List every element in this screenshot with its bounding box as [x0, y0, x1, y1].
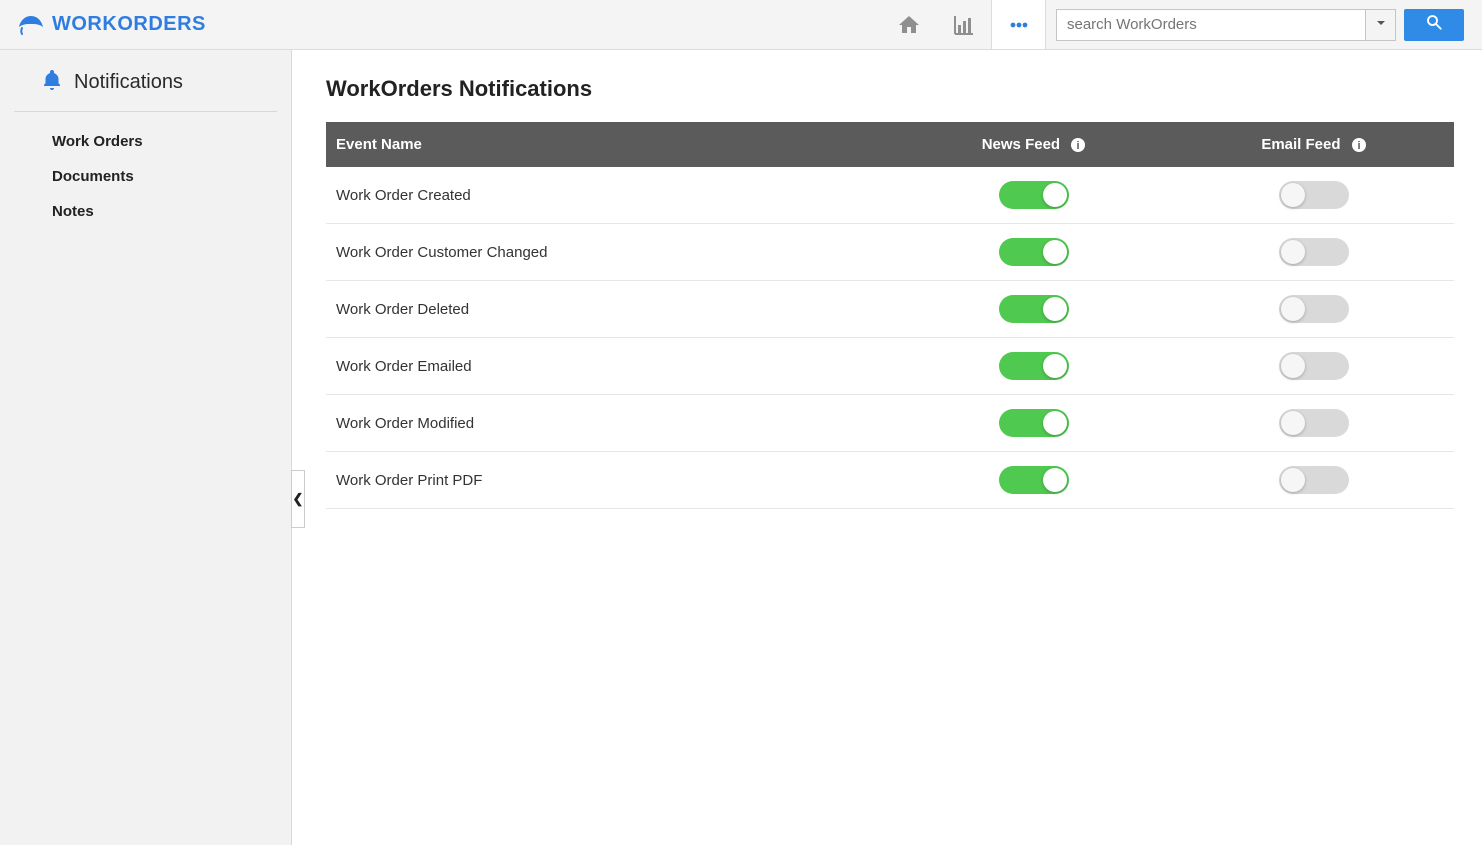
toggle-knob	[1043, 411, 1067, 435]
search-input[interactable]	[1057, 10, 1365, 40]
brand-text: WORKORDERS	[52, 13, 206, 36]
toggle-knob	[1281, 240, 1305, 264]
cell-email	[1174, 395, 1454, 452]
table-row: Work Order Print PDF	[326, 452, 1454, 509]
chevron-down-icon	[1375, 16, 1387, 34]
toggle-knob	[1043, 297, 1067, 321]
cell-event: Work Order Print PDF	[326, 452, 894, 509]
sidebar-item-label: Notes	[52, 203, 94, 220]
top-bar: WORKORDERS	[0, 0, 1482, 50]
notifications-table: Event Name News Feed i Email Feed i	[326, 122, 1454, 509]
sidebar-collapse-button[interactable]: ❮	[291, 470, 305, 528]
cell-news	[894, 338, 1174, 395]
sidebar-header: Notifications	[14, 62, 277, 112]
svg-text:i: i	[1077, 140, 1080, 152]
search-area	[1056, 9, 1464, 41]
toggle-email[interactable]	[1279, 352, 1349, 380]
cell-event: Work Order Customer Changed	[326, 224, 894, 281]
chevron-left-icon: ❮	[293, 491, 304, 507]
home-button[interactable]	[881, 0, 936, 49]
toggle-email[interactable]	[1279, 181, 1349, 209]
cell-email	[1174, 224, 1454, 281]
sidebar-item-label: Work Orders	[52, 133, 143, 150]
col-event-label: Event Name	[336, 136, 422, 153]
cell-event: Work Order Emailed	[326, 338, 894, 395]
col-email-header: Email Feed i	[1174, 122, 1454, 167]
col-email-label: Email Feed	[1261, 136, 1340, 153]
cell-email	[1174, 167, 1454, 224]
cell-news	[894, 281, 1174, 338]
toggle-email[interactable]	[1279, 466, 1349, 494]
svg-text:i: i	[1357, 140, 1360, 152]
toggle-news[interactable]	[999, 466, 1069, 494]
main-content: WorkOrders Notifications Event Name News…	[292, 50, 1482, 845]
chart-button[interactable]	[936, 0, 991, 49]
search-icon	[1425, 13, 1443, 36]
table-row: Work Order Created	[326, 167, 1454, 224]
cell-news	[894, 395, 1174, 452]
sidebar-list: Work Orders Documents Notes	[0, 120, 291, 229]
sidebar-item-documents[interactable]: Documents	[0, 159, 291, 194]
toggle-news[interactable]	[999, 409, 1069, 437]
home-icon	[897, 13, 921, 37]
toggle-knob	[1043, 240, 1067, 264]
cell-news	[894, 224, 1174, 281]
event-name-label: Work Order Emailed	[336, 358, 472, 375]
cell-news	[894, 452, 1174, 509]
col-event-header: Event Name	[326, 122, 894, 167]
toggle-knob	[1281, 354, 1305, 378]
toggle-news[interactable]	[999, 181, 1069, 209]
event-name-label: Work Order Modified	[336, 415, 474, 432]
toggle-knob	[1043, 468, 1067, 492]
toggle-knob	[1043, 183, 1067, 207]
toggle-email[interactable]	[1279, 295, 1349, 323]
event-name-label: Work Order Print PDF	[336, 472, 482, 489]
cell-news	[894, 167, 1174, 224]
more-button[interactable]	[991, 0, 1046, 49]
event-name-label: Work Order Created	[336, 187, 471, 204]
cell-event: Work Order Created	[326, 167, 894, 224]
info-icon[interactable]: i	[1070, 137, 1086, 153]
cell-event: Work Order Modified	[326, 395, 894, 452]
toggle-news[interactable]	[999, 238, 1069, 266]
toggle-knob	[1281, 183, 1305, 207]
info-icon[interactable]: i	[1351, 137, 1367, 153]
table-row: Work Order Customer Changed	[326, 224, 1454, 281]
search-button[interactable]	[1404, 9, 1464, 41]
page-title: WorkOrders Notifications	[326, 76, 1454, 102]
sidebar-item-notes[interactable]: Notes	[0, 194, 291, 229]
toggle-knob	[1281, 411, 1305, 435]
sidebar-item-work-orders[interactable]: Work Orders	[0, 124, 291, 159]
table-header-row: Event Name News Feed i Email Feed i	[326, 122, 1454, 167]
col-news-header: News Feed i	[894, 122, 1174, 167]
cell-email	[1174, 281, 1454, 338]
cell-event: Work Order Deleted	[326, 281, 894, 338]
bar-chart-icon	[952, 13, 976, 37]
search-dropdown[interactable]	[1365, 10, 1395, 40]
toggle-email[interactable]	[1279, 409, 1349, 437]
brand-icon	[18, 14, 44, 36]
sidebar-title: Notifications	[74, 71, 183, 94]
event-name-label: Work Order Customer Changed	[336, 244, 547, 261]
sidebar: Notifications Work Orders Documents Note…	[0, 50, 292, 845]
toggle-knob	[1281, 468, 1305, 492]
toggle-news[interactable]	[999, 295, 1069, 323]
toggle-knob	[1043, 354, 1067, 378]
ellipsis-icon	[1007, 13, 1031, 37]
cell-email	[1174, 452, 1454, 509]
table-row: Work Order Modified	[326, 395, 1454, 452]
toggle-email[interactable]	[1279, 238, 1349, 266]
table-row: Work Order Deleted	[326, 281, 1454, 338]
toggle-news[interactable]	[999, 352, 1069, 380]
cell-email	[1174, 338, 1454, 395]
toggle-knob	[1281, 297, 1305, 321]
col-news-label: News Feed	[982, 136, 1060, 153]
bell-icon	[40, 68, 64, 97]
topbar-icons	[881, 0, 1046, 49]
sidebar-item-label: Documents	[52, 168, 134, 185]
table-row: Work Order Emailed	[326, 338, 1454, 395]
brand[interactable]: WORKORDERS	[18, 13, 206, 36]
search-box	[1056, 9, 1396, 41]
event-name-label: Work Order Deleted	[336, 301, 469, 318]
